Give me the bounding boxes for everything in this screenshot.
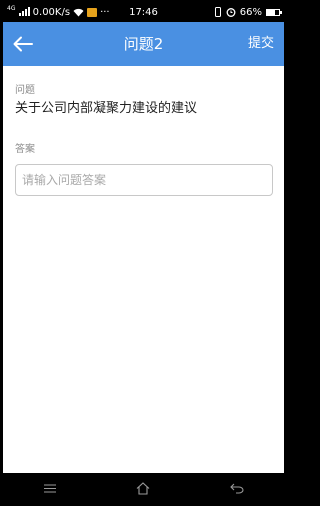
page-title: 问题2: [123, 35, 164, 53]
network-speed: 0.00K/s: [32, 6, 71, 18]
battery-percent: 66%: [239, 6, 262, 18]
home-icon: [137, 482, 150, 495]
system-nav-bar: [3, 473, 284, 504]
wifi-icon: [73, 8, 84, 16]
answer-label: 答案: [15, 144, 35, 155]
phone-screen: 4G 0.00K/s ··· 17:46 66% 问题2 提交 问题 关于公司内…: [3, 2, 284, 504]
app-bar: 问题2 提交: [3, 22, 284, 66]
status-right: 66%: [214, 6, 282, 18]
answer-input[interactable]: [15, 164, 273, 196]
back-icon: [230, 483, 244, 494]
status-left: 4G 0.00K/s ···: [7, 4, 214, 19]
status-bar: 4G 0.00K/s ··· 17:46 66%: [3, 2, 284, 22]
signal-icon: 4G: [7, 4, 30, 19]
notification-icon: [87, 7, 98, 17]
nav-menu-button[interactable]: [30, 477, 70, 501]
menu-icon: [43, 484, 56, 493]
question-label: 问题: [15, 85, 35, 96]
network-type: 4G: [7, 4, 16, 12]
question-text: 关于公司内部凝聚力建设的建议: [15, 101, 198, 116]
submit-button[interactable]: 提交: [248, 22, 274, 66]
vibrate-icon: [214, 7, 221, 17]
alarm-icon: [226, 8, 236, 17]
more-notifications: ···: [100, 6, 110, 18]
nav-home-button[interactable]: [123, 477, 163, 501]
battery-icon: [266, 8, 282, 16]
nav-back-button[interactable]: [217, 477, 257, 501]
